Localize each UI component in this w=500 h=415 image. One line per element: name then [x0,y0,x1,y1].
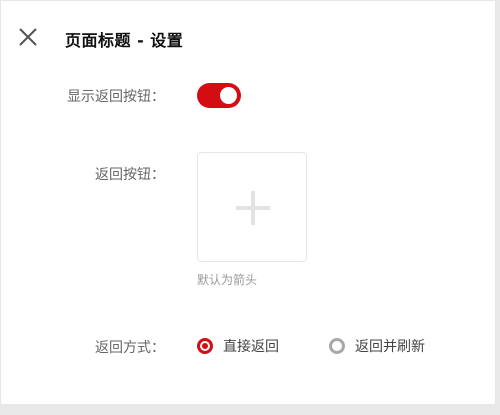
toggle-knob [220,87,237,104]
show-back-button-label: 显示返回按钮： [67,89,165,105]
radio-back-refresh[interactable]: 返回并刷新 [329,334,425,358]
radio-direct-back[interactable]: 直接返回 [197,334,279,358]
show-back-button-toggle[interactable] [197,83,241,108]
radio-back-refresh-label: 返回并刷新 [355,339,425,355]
radio-checked-icon [197,338,213,354]
radio-unchecked-icon [329,338,345,354]
back-button-hint: 默认为箭头 [197,273,258,287]
plus-icon [236,191,270,225]
close-icon[interactable] [17,26,39,48]
page-title: 页面标题 - 设置 [65,31,184,50]
back-button-label: 返回按钮： [95,167,165,183]
back-mode-label: 返回方式： [95,340,165,356]
settings-panel: 页面标题 - 设置 显示返回按钮： 返回按钮： 默认为箭头 返回方式： 直接返回… [0,0,496,405]
radio-direct-back-label: 直接返回 [223,339,279,355]
back-button-upload[interactable] [197,152,307,262]
